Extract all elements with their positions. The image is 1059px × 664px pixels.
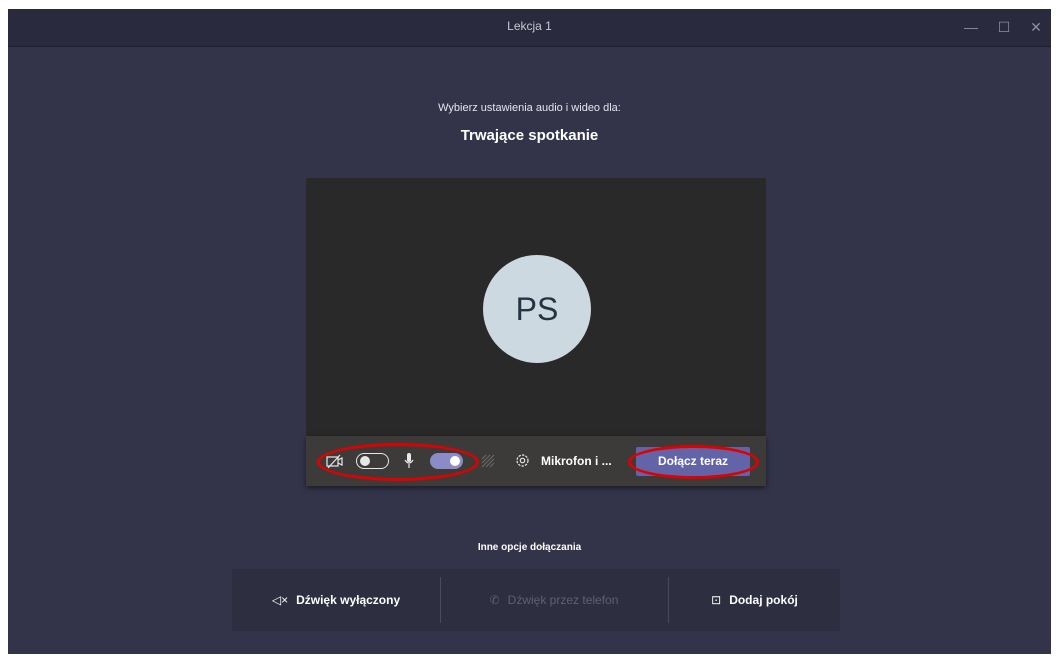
avatar: PS (483, 255, 591, 363)
settings-subtitle: Wybierz ustawienia audio i wideo dla: (438, 102, 621, 114)
phone-audio-option: ✆ Dźwięk przez telefon (441, 569, 667, 631)
device-controls-bar: Mikrofon i ... Dołącz teraz (306, 436, 766, 486)
audio-off-label: Dźwięk wyłączony (296, 593, 401, 607)
video-preview: PS (306, 178, 766, 436)
add-room-option[interactable]: ⊡ Dodaj pokój (669, 569, 840, 631)
background-effects-icon[interactable] (481, 454, 495, 468)
device-settings-label[interactable]: Mikrofon i ... (541, 454, 612, 468)
annotation-circle-toggles (317, 443, 479, 481)
other-join-options: ◁× Dźwięk wyłączony ✆ Dźwięk przez telefon… (232, 569, 840, 631)
audio-off-option[interactable]: ◁× Dźwięk wyłączony (232, 569, 440, 631)
minimize-button[interactable]: — (961, 17, 981, 37)
maximize-button[interactable]: ☐ (994, 17, 1014, 37)
speaker-off-icon: ◁× (271, 593, 289, 607)
phone-icon: ✆ (489, 593, 500, 607)
add-room-label: Dodaj pokój (729, 593, 798, 607)
meeting-name: Trwające spotkanie (460, 127, 599, 144)
meeting-window: Lekcja 1 — ☐ ✕ Wybierz ustawienia audio … (8, 9, 1051, 654)
phone-audio-label: Dźwięk przez telefon (507, 593, 619, 607)
cast-icon: ⊡ (711, 593, 722, 607)
title-bar: Lekcja 1 — ☐ ✕ (8, 9, 1051, 47)
window-title: Lekcja 1 (507, 19, 552, 33)
gear-icon[interactable] (514, 452, 531, 469)
other-join-options-label: Inne opcje dołączania (477, 542, 582, 553)
close-button[interactable]: ✕ (1026, 17, 1046, 37)
annotation-circle-join (628, 445, 759, 479)
